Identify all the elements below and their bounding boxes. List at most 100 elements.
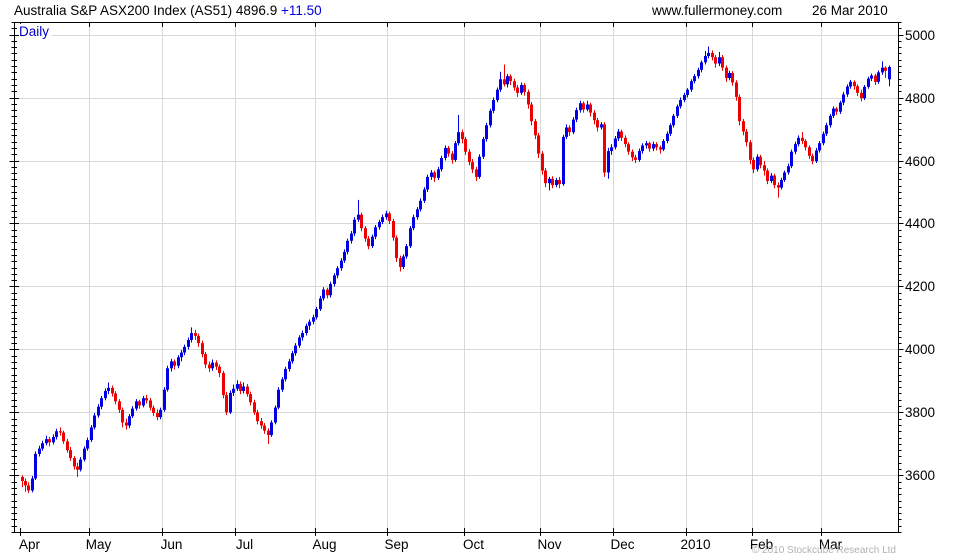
- candlestick: [475, 166, 478, 181]
- candlestick: [159, 407, 162, 420]
- candle-body: [804, 141, 807, 148]
- candle-body: [402, 256, 405, 267]
- candle-body: [617, 131, 620, 139]
- candle-body: [783, 172, 786, 181]
- candlestick: [329, 281, 332, 298]
- candle-body: [693, 76, 696, 82]
- candlestick: [381, 214, 384, 225]
- candle-body: [860, 92, 863, 99]
- candle-body: [548, 178, 551, 184]
- candlestick: [797, 135, 800, 147]
- candle-body: [492, 100, 495, 111]
- candle-body: [475, 169, 478, 177]
- candle-body: [867, 78, 870, 87]
- candlestick: [780, 177, 783, 190]
- candle-body: [253, 402, 256, 413]
- candle-body: [128, 416, 131, 426]
- candlestick: [93, 413, 96, 430]
- candlestick: [145, 395, 148, 404]
- candlestick: [610, 144, 613, 155]
- candle-body: [135, 401, 138, 409]
- candlestick: [336, 265, 339, 279]
- candle-body: [232, 388, 235, 393]
- candle-body: [315, 309, 318, 318]
- candlestick: [534, 118, 537, 140]
- candlestick: [128, 413, 131, 429]
- candle-body: [305, 325, 308, 334]
- candle-body: [607, 151, 610, 173]
- candle-body: [256, 412, 259, 422]
- candle-body: [100, 398, 103, 407]
- candlestick: [343, 249, 346, 263]
- candle-body: [756, 156, 759, 170]
- candle-body: [291, 353, 294, 362]
- candlestick: [853, 80, 856, 90]
- candle-body: [624, 137, 627, 145]
- candlestick: [291, 350, 294, 364]
- y-axis-label: 3800: [905, 405, 935, 420]
- candle-body: [496, 89, 499, 101]
- candle-body: [360, 214, 363, 229]
- candlestick: [756, 154, 759, 172]
- candle-body: [863, 86, 866, 99]
- candle-body: [565, 127, 568, 137]
- candlestick: [690, 79, 693, 92]
- candlestick: [260, 418, 263, 429]
- candlestick: [229, 390, 232, 414]
- candlestick: [76, 462, 79, 477]
- candlestick: [412, 214, 415, 231]
- candle-body: [766, 170, 769, 181]
- candle-body: [568, 127, 571, 133]
- candle-body: [829, 115, 832, 126]
- candlestick: [239, 381, 242, 395]
- candle-body: [562, 136, 565, 185]
- x-axis-label: May: [86, 537, 112, 552]
- candle-body: [166, 368, 169, 390]
- candle-body: [374, 227, 377, 237]
- candlestick: [48, 436, 51, 447]
- candlestick: [565, 124, 568, 140]
- candlestick: [503, 64, 506, 87]
- candle-body: [69, 450, 72, 459]
- candlestick: [662, 139, 665, 152]
- candle-body: [527, 91, 530, 105]
- candle-body: [52, 436, 55, 443]
- candle-body: [683, 95, 686, 101]
- candle-body: [267, 430, 270, 436]
- x-axis-label: Aug: [312, 537, 336, 552]
- candle-body: [697, 69, 700, 77]
- candle-body: [326, 289, 329, 296]
- candle-body: [846, 86, 849, 95]
- candle-body: [551, 178, 554, 186]
- candle-body: [274, 407, 277, 423]
- candle-body: [728, 73, 731, 79]
- candle-body: [187, 339, 190, 347]
- candle-body: [589, 104, 592, 113]
- copyright-notice: © 2010 Stockcube Research Ltd: [751, 545, 896, 556]
- candle-body: [742, 121, 745, 132]
- candlestick: [340, 258, 343, 271]
- candlestick: [763, 161, 766, 176]
- candlestick: [197, 333, 200, 347]
- candlestick: [131, 406, 134, 419]
- candle-body: [704, 56, 707, 63]
- candle-body: [808, 147, 811, 156]
- candlestick: [530, 101, 533, 126]
- candlestick: [232, 384, 235, 396]
- candlestick: [749, 140, 752, 165]
- candlestick: [683, 92, 686, 103]
- candle-body: [152, 407, 155, 413]
- candle-body: [596, 120, 599, 128]
- candlestick: [697, 67, 700, 79]
- candlestick: [808, 145, 811, 159]
- candlestick: [461, 129, 464, 144]
- candle-body: [423, 189, 426, 201]
- candlestick: [666, 131, 669, 144]
- candlestick: [593, 110, 596, 125]
- candle-body: [142, 398, 145, 406]
- candlestick: [183, 344, 186, 356]
- candle-body: [634, 157, 637, 160]
- candle-body: [416, 209, 419, 218]
- chart-window: Australia S&P ASX200 Index (AS51) 4896.9…: [0, 0, 980, 560]
- candlestick: [79, 457, 82, 472]
